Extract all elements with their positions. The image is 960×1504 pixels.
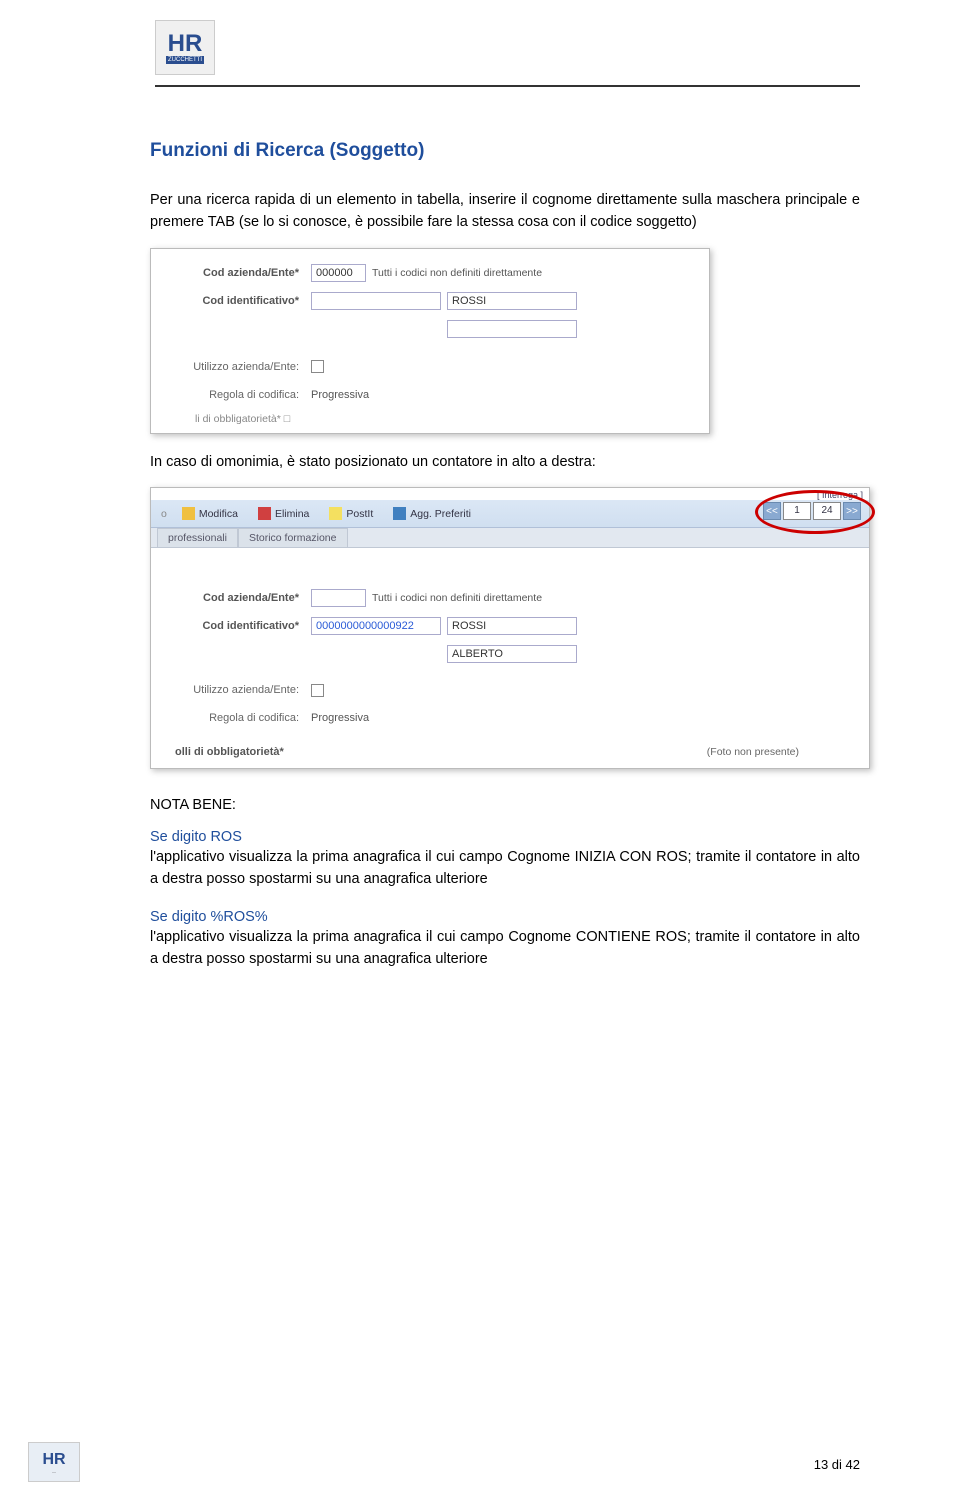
regola-label-2: Regola di codifica: bbox=[165, 712, 305, 724]
delete-icon bbox=[258, 507, 271, 520]
cod-ident-label: Cod identificativo* bbox=[165, 295, 305, 307]
tab-professionali[interactable]: professionali bbox=[157, 528, 238, 547]
cod-azienda-label-2: Cod azienda/Ente* bbox=[165, 592, 305, 604]
note-1: Se digito ROS l'applicativo visualizza l… bbox=[150, 829, 860, 891]
utilizzo-label-2: Utilizzo azienda/Ente: bbox=[165, 684, 305, 696]
mid-paragraph: In caso di omonimia, è stato posizionato… bbox=[150, 452, 860, 474]
surname-input[interactable]: ROSSI bbox=[447, 292, 577, 310]
cod-azienda-desc: Tutti i codici non definiti direttamente bbox=[372, 267, 542, 279]
regola-label: Regola di codifica: bbox=[165, 389, 305, 401]
postit-label: PostIt bbox=[346, 508, 373, 520]
regola-value-2: Progressiva bbox=[311, 712, 369, 724]
note-2: Se digito %ROS% l'applicativo visualizza… bbox=[150, 909, 860, 971]
page-number: 13 di 42 bbox=[814, 1457, 860, 1472]
note-2-body: l'applicativo visualizza la prima anagra… bbox=[150, 927, 860, 971]
screenshot-form-1: Cod azienda/Ente* 000000 Tutti i codici … bbox=[150, 248, 710, 434]
surname-input-2[interactable]: ROSSI bbox=[447, 617, 577, 635]
tab-storico-formazione[interactable]: Storico formazione bbox=[238, 528, 348, 547]
cod-azienda-desc-2: Tutti i codici non definiti direttamente bbox=[372, 592, 542, 604]
logo-sub: ZUCCHETTI bbox=[166, 56, 204, 64]
postit-button[interactable]: PostIt bbox=[320, 504, 382, 523]
utilizzo-checkbox[interactable] bbox=[311, 360, 324, 373]
obblig-label: olli di obbligatorietà* bbox=[165, 742, 284, 762]
modifica-button[interactable]: Modifica bbox=[173, 504, 247, 523]
utilizzo-checkbox-2[interactable] bbox=[311, 684, 324, 697]
header-rule bbox=[155, 85, 860, 87]
logo-text: HR bbox=[168, 32, 203, 56]
note-2-title: Se digito %ROS% bbox=[150, 909, 860, 925]
pager-total: 24 bbox=[813, 502, 841, 520]
intro-paragraph: Per una ricerca rapida di un elemento in… bbox=[150, 190, 860, 234]
interroga-tag: [ Interroga ] bbox=[151, 488, 869, 500]
cod-ident-input-empty[interactable] bbox=[311, 292, 441, 310]
pager-next-button[interactable]: >> bbox=[843, 502, 861, 520]
cod-azienda-label: Cod azienda/Ente* bbox=[165, 267, 305, 279]
toolbar-prefix: o bbox=[157, 508, 171, 520]
pager: << 1 24 >> bbox=[763, 502, 861, 520]
page-title: Funzioni di Ricerca (Soggetto) bbox=[150, 140, 860, 162]
pager-current[interactable]: 1 bbox=[783, 502, 811, 520]
utilizzo-label: Utilizzo azienda/Ente: bbox=[165, 361, 305, 373]
agg-label: Agg. Preferiti bbox=[410, 508, 471, 520]
postit-icon bbox=[329, 507, 342, 520]
cod-ident-input-2[interactable]: 0000000000000922 bbox=[311, 617, 441, 635]
footer-logo-text: HR bbox=[42, 1451, 65, 1469]
footer-logo-sub: — bbox=[52, 1469, 56, 1474]
name-input-2[interactable]: ALBERTO bbox=[447, 645, 577, 663]
screenshot-form-2: [ Interroga ] o Modifica Elimina PostIt bbox=[150, 487, 870, 769]
tabstrip: professionali Storico formazione bbox=[151, 528, 869, 548]
note-1-body: l'applicativo visualizza la prima anagra… bbox=[150, 847, 860, 891]
pager-prev-button[interactable]: << bbox=[763, 502, 781, 520]
cutoff-text: li di obbligatorietà* □ bbox=[165, 413, 699, 427]
modifica-label: Modifica bbox=[199, 508, 238, 520]
pencil-icon bbox=[182, 507, 195, 520]
cod-azienda-input[interactable]: 000000 bbox=[311, 264, 366, 282]
header-logo: HR ZUCCHETTI bbox=[155, 20, 215, 75]
foto-placeholder: (Foto non presente) bbox=[707, 746, 859, 758]
regola-value: Progressiva bbox=[311, 389, 369, 401]
footer-logo: HR — bbox=[28, 1442, 80, 1482]
toolbar: o Modifica Elimina PostIt bbox=[151, 500, 869, 528]
elimina-button[interactable]: Elimina bbox=[249, 504, 318, 523]
agg-preferiti-button[interactable]: Agg. Preferiti bbox=[384, 504, 480, 523]
elimina-label: Elimina bbox=[275, 508, 309, 520]
cod-ident-label-2: Cod identificativo* bbox=[165, 620, 305, 632]
cod-azienda-input-2[interactable]: 000000 bbox=[311, 589, 366, 607]
nota-bene-label: NOTA BENE: bbox=[150, 797, 860, 813]
refresh-icon bbox=[393, 507, 406, 520]
note-1-title: Se digito ROS bbox=[150, 829, 860, 845]
name-input-empty[interactable] bbox=[447, 320, 577, 338]
